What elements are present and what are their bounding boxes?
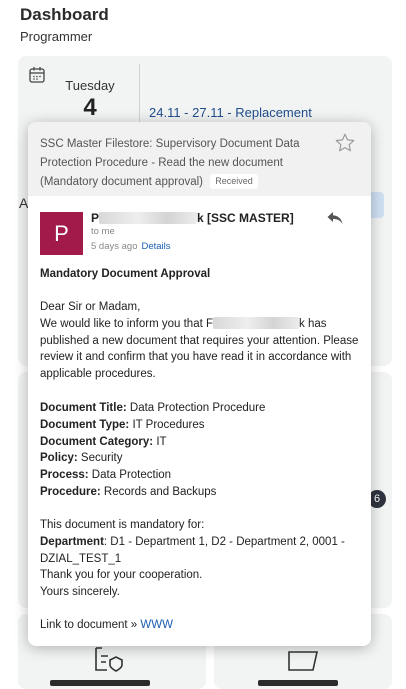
mandatory-section: This document is mandatory for: Departme… <box>40 517 360 601</box>
background-partial-label: A <box>19 195 29 211</box>
app-header: Dashboard Programmer <box>20 5 109 44</box>
field-row: Policy: Security <box>40 450 360 467</box>
field-label: Procedure: <box>40 485 101 498</box>
field-row: Document Title: Data Protection Procedur… <box>40 400 360 417</box>
field-label: Document Title: <box>40 402 127 414</box>
details-link[interactable]: Details <box>141 241 170 252</box>
field-value: Data Protection Procedure <box>129 402 266 414</box>
received-badge: Received <box>210 174 258 189</box>
field-value: Records and Backups <box>103 485 217 498</box>
department-label: Department <box>40 535 104 548</box>
field-row: Document Type: IT Procedures <box>40 417 360 434</box>
email-header: SSC Master Filestore: Supervisory Docume… <box>28 122 371 196</box>
field-label: Document Category: <box>40 435 154 448</box>
page-title: Dashboard <box>20 5 109 24</box>
field-label: Document Type: <box>40 418 130 431</box>
email-meta: 5 days ago Details <box>91 241 171 252</box>
intro-text-before: We would like to inform you that F <box>40 317 213 330</box>
sender-name: Pk [SSC MASTER] <box>91 211 294 225</box>
reply-icon[interactable] <box>326 210 344 226</box>
thanks-line: Thank you for your cooperation. <box>40 569 203 582</box>
field-row: Procedure: Records and Backups <box>40 484 360 501</box>
tile-label <box>258 680 338 686</box>
field-label: Process: <box>40 469 89 482</box>
page-subtitle: Programmer <box>20 29 93 44</box>
redacted-text <box>99 212 198 224</box>
department-line: Department: D1 - Department 1, D2 - Depa… <box>40 534 360 568</box>
document-fields: Document Title: Data Protection Procedur… <box>40 400 360 501</box>
email-heading: Mandatory Document Approval <box>40 268 211 280</box>
field-row: Document Category: IT <box>40 434 360 451</box>
field-value: Security <box>80 452 123 465</box>
link-prefix: Link to document » <box>40 619 138 631</box>
email-popup[interactable]: SSC Master Filestore: Supervisory Docume… <box>28 122 371 646</box>
email-greeting: Dear Sir or Madam, <box>40 301 141 313</box>
email-subject: SSC Master Filestore: Supervisory Docume… <box>40 135 330 192</box>
redacted-text <box>213 316 299 329</box>
closing-line: Yours sincerely. <box>40 586 120 599</box>
calendar-event-link[interactable]: 24.11 - 27.11 - Replacement <box>149 105 312 120</box>
email-subject-text: SSC Master Filestore: Supervisory Docume… <box>40 138 300 188</box>
document-link[interactable]: WWW <box>140 619 173 631</box>
sender-avatar: P <box>40 212 83 255</box>
email-intro-text: We would like to inform you that Fk has … <box>40 316 360 383</box>
document-link-line: Link to document » WWW <box>40 617 360 634</box>
day-name: Tuesday <box>65 78 115 93</box>
document-icon <box>95 647 123 672</box>
field-value: IT Procedures <box>132 418 205 431</box>
tile-label <box>50 680 150 686</box>
folder-icon <box>288 651 318 671</box>
field-value: IT <box>156 435 167 448</box>
email-age: 5 days ago <box>91 241 138 252</box>
mandatory-intro: This document is mandatory for: <box>40 519 205 531</box>
card-divider <box>139 64 140 124</box>
background-highlight <box>370 192 384 218</box>
recipient-label: to me <box>91 226 115 237</box>
star-icon[interactable] <box>334 132 356 154</box>
field-row: Process: Data Protection <box>40 467 360 484</box>
sender-name-prefix: P <box>91 211 100 225</box>
sender-name-suffix: k [SSC MASTER] <box>197 211 294 225</box>
field-label: Policy: <box>40 452 78 465</box>
calendar-icon <box>29 67 45 83</box>
field-value: Data Protection <box>91 469 172 482</box>
email-intro: Dear Sir or Madam, We would like to info… <box>40 299 360 383</box>
day-number: 4 <box>83 94 97 121</box>
